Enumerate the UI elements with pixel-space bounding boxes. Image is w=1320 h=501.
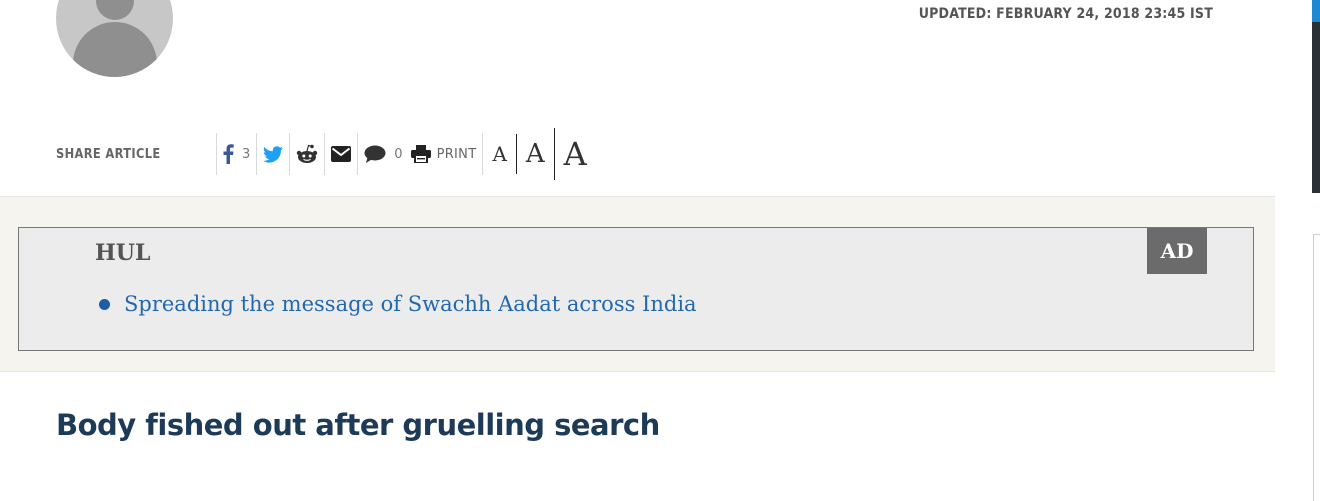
print-button[interactable]: PRINT <box>409 133 483 175</box>
avatar-body <box>73 22 157 77</box>
section-headline: Body fished out after gruelling search <box>56 408 660 442</box>
sidebar-image[interactable] <box>1312 0 1320 193</box>
comment-icon <box>364 145 386 163</box>
share-article-label: SHARE ARTICLE <box>56 146 161 162</box>
comments-button[interactable]: 0 <box>358 133 408 175</box>
twitter-icon <box>263 145 284 163</box>
comment-count: 0 <box>394 146 403 162</box>
avatar-head <box>96 0 134 20</box>
ad-list-item: Spreading the message of Swachh Aadat ac… <box>99 292 697 316</box>
updated-timestamp: UPDATED: FEBRUARY 24, 2018 23:45 IST <box>918 6 1213 22</box>
author-avatar[interactable] <box>56 0 173 77</box>
ad-badge: AD <box>1147 228 1207 274</box>
ad-link[interactable]: Spreading the message of Swachh Aadat ac… <box>124 292 697 316</box>
sponsored-ad-box: HUL AD Spreading the message of Swachh A… <box>18 227 1254 351</box>
reddit-share-button[interactable] <box>290 133 324 175</box>
share-toolbar: SHARE ARTICLE 3 0 PRINT A A A <box>56 124 596 184</box>
email-share-button[interactable] <box>325 133 357 175</box>
font-size-small-button[interactable]: A <box>483 142 515 166</box>
ad-brand-name: HUL <box>95 240 151 266</box>
facebook-icon <box>223 144 234 164</box>
right-sidebar <box>1275 0 1320 501</box>
facebook-share-button[interactable]: 3 <box>217 133 256 175</box>
article-column: UPDATED: FEBRUARY 24, 2018 23:45 IST SHA… <box>0 0 1275 500</box>
font-size-large-button[interactable]: A <box>555 135 596 173</box>
ad-section: HUL AD Spreading the message of Swachh A… <box>0 196 1275 372</box>
email-icon <box>331 146 352 162</box>
sidebar-image-band <box>1312 0 1320 22</box>
facebook-share-count: 3 <box>242 146 251 162</box>
font-size-medium-button[interactable]: A <box>517 139 554 169</box>
twitter-share-button[interactable] <box>257 133 289 175</box>
sidebar-widget <box>1313 234 1320 501</box>
print-icon <box>410 145 431 163</box>
print-label: PRINT <box>436 146 477 162</box>
reddit-icon <box>297 144 318 163</box>
bullet-icon <box>99 298 110 310</box>
